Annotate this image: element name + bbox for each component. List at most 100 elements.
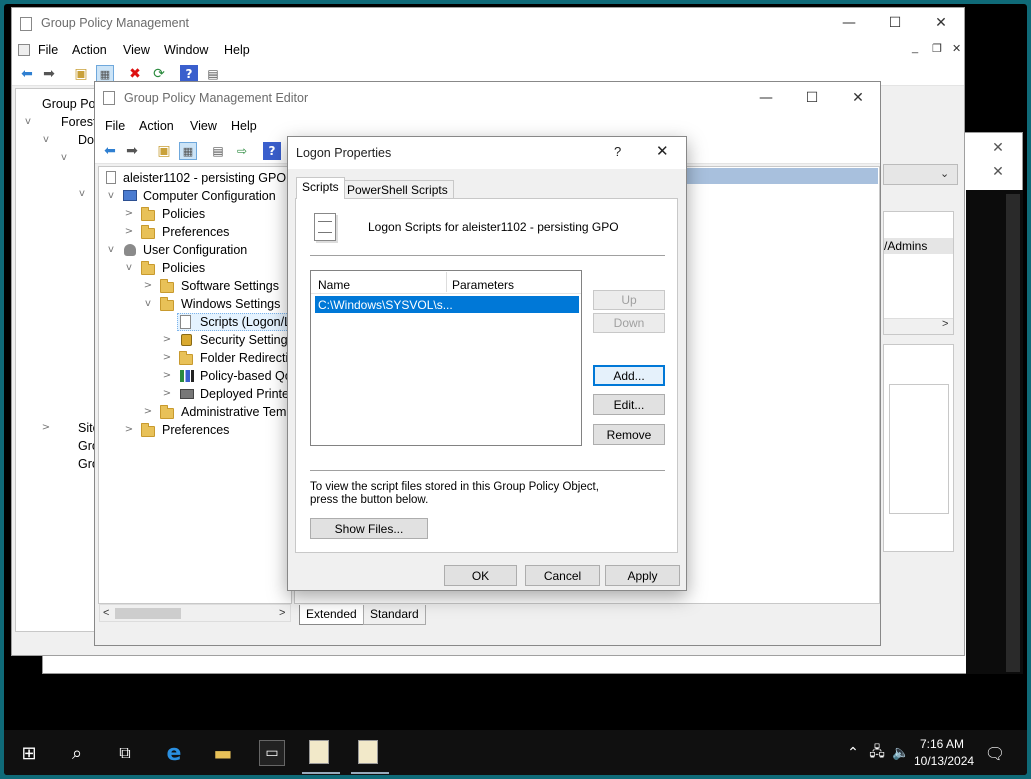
chevron-down-icon[interactable]: v: [105, 241, 117, 259]
chevron-up-icon[interactable]: ⌃: [840, 740, 866, 766]
maximize-icon[interactable]: ☐: [872, 9, 918, 37]
file-explorer-icon[interactable]: ▬: [210, 740, 236, 766]
menu-action[interactable]: Action: [139, 119, 174, 133]
maximize-icon[interactable]: ☐: [789, 84, 835, 112]
chevron-down-icon[interactable]: v: [76, 185, 88, 203]
export-icon[interactable]: ⇨: [233, 142, 251, 160]
chevron-left-icon[interactable]: <: [103, 607, 109, 619]
add-button[interactable]: Add...: [593, 365, 665, 386]
cmd-icon[interactable]: ▭: [259, 740, 285, 766]
back-icon[interactable]: ⬅: [101, 142, 119, 160]
mdi-minimize-icon[interactable]: _: [912, 42, 918, 54]
tree-cc-policies[interactable]: Policies: [162, 205, 205, 223]
chevron-down-icon[interactable]: v: [58, 149, 70, 167]
chevron-right-icon[interactable]: >: [161, 367, 173, 385]
tree-policy-based-qos[interactable]: Policy-based QoS: [200, 367, 300, 385]
down-button[interactable]: Down: [593, 313, 665, 333]
cancel-button[interactable]: Cancel: [525, 565, 600, 586]
forward-icon[interactable]: ➡: [123, 142, 141, 160]
gpm-taskbar-icon[interactable]: [309, 740, 329, 764]
properties-icon[interactable]: ▤: [209, 142, 227, 160]
chevron-down-icon[interactable]: v: [22, 113, 34, 131]
chevron-right-icon[interactable]: >: [40, 419, 52, 437]
clock-date[interactable]: 10/13/2024: [914, 754, 974, 768]
menu-window[interactable]: Window: [164, 43, 208, 57]
start-icon[interactable]: ⊞: [16, 740, 42, 766]
forward-icon[interactable]: ➡: [40, 65, 58, 83]
chevron-right-icon[interactable]: >: [161, 385, 173, 403]
menu-file[interactable]: File: [38, 43, 58, 57]
chevron-right-icon[interactable]: >: [279, 607, 285, 619]
bg-close-icon[interactable]: ✕: [984, 140, 1012, 162]
show-hide-tree-icon[interactable]: ▦: [179, 142, 197, 160]
chevron-down-icon[interactable]: v: [40, 131, 52, 149]
chevron-right-icon[interactable]: >: [123, 421, 135, 439]
tree-computer-configuration[interactable]: Computer Configuration: [143, 187, 276, 205]
remove-button[interactable]: Remove: [593, 424, 665, 445]
back-icon[interactable]: ⬅: [18, 65, 36, 83]
menu-action[interactable]: Action: [72, 43, 107, 57]
mdi-close-icon[interactable]: ✕: [952, 42, 961, 55]
tree-software-settings[interactable]: Software Settings: [181, 277, 279, 295]
edit-button[interactable]: Edit...: [593, 394, 665, 415]
menu-help[interactable]: Help: [224, 43, 250, 57]
tab-extended[interactable]: Extended: [299, 605, 364, 625]
bg-scrollbar[interactable]: [1006, 194, 1020, 672]
tree-folder-redirection[interactable]: Folder Redirectio: [200, 349, 295, 367]
chevron-down-icon[interactable]: v: [123, 259, 135, 277]
minimize-icon[interactable]: —: [743, 84, 789, 112]
up-folder-icon[interactable]: ▣: [155, 142, 173, 160]
tree-security-settings[interactable]: Security Settings: [200, 331, 294, 349]
show-files-button[interactable]: Show Files...: [310, 518, 428, 539]
close-icon[interactable]: ✕: [918, 9, 964, 37]
chevron-down-icon[interactable]: v: [105, 187, 117, 205]
menu-file[interactable]: File: [105, 119, 125, 133]
chevron-right-icon[interactable]: >: [161, 349, 173, 367]
chevron-right-icon[interactable]: >: [942, 318, 948, 330]
minimize-icon[interactable]: —: [826, 9, 872, 37]
tree-gpo-root[interactable]: aleister1102 - persisting GPO [TI: [123, 169, 304, 187]
tab-scripts[interactable]: Scripts: [296, 177, 345, 199]
apply-button[interactable]: Apply: [605, 565, 680, 586]
tree-cc-preferences[interactable]: Preferences: [162, 223, 229, 241]
help-icon[interactable]: ?: [263, 142, 281, 160]
chevron-down-icon[interactable]: ⌄: [940, 167, 949, 180]
bg-close-icon-2[interactable]: ✕: [984, 164, 1012, 186]
task-view-icon[interactable]: ⧉: [112, 740, 138, 766]
col-parameters[interactable]: Parameters: [452, 278, 514, 292]
chevron-right-icon[interactable]: >: [123, 223, 135, 241]
tab-powershell-scripts[interactable]: PowerShell Scripts: [341, 180, 454, 200]
chevron-right-icon[interactable]: >: [142, 277, 154, 295]
mdi-restore-icon[interactable]: ❐: [932, 42, 942, 55]
ok-button[interactable]: OK: [444, 565, 517, 586]
help-icon[interactable]: ?: [614, 144, 621, 159]
tree-uc-preferences[interactable]: Preferences: [162, 421, 229, 439]
chevron-right-icon[interactable]: >: [161, 331, 173, 349]
volume-muted-icon[interactable]: 🔈: [888, 740, 914, 766]
tree-scripts-logon-logoff[interactable]: Scripts (Logon/Lo: [200, 313, 298, 331]
tree-root[interactable]: Group Poli: [42, 95, 101, 113]
up-button[interactable]: Up: [593, 290, 665, 310]
tree-uc-policies[interactable]: Policies: [162, 259, 205, 277]
search-icon[interactable]: ⌕: [64, 740, 90, 766]
col-name[interactable]: Name: [318, 278, 350, 292]
tree-windows-settings[interactable]: Windows Settings: [181, 295, 280, 313]
internet-explorer-icon[interactable]: e: [161, 740, 187, 766]
menu-help[interactable]: Help: [231, 119, 257, 133]
tree-administrative-templates[interactable]: Administrative Temp: [181, 403, 293, 421]
chevron-right-icon[interactable]: >: [123, 205, 135, 223]
tree-deployed-printers[interactable]: Deployed Printers: [200, 385, 299, 403]
menu-view[interactable]: View: [123, 43, 150, 57]
chevron-right-icon[interactable]: >: [142, 403, 154, 421]
close-icon[interactable]: ✕: [835, 84, 881, 112]
tree-user-configuration[interactable]: User Configuration: [143, 241, 247, 259]
close-icon[interactable]: ✕: [656, 142, 669, 160]
network-icon[interactable]: 🖧: [864, 740, 890, 766]
notifications-icon[interactable]: 🗨: [982, 740, 1008, 766]
menu-view[interactable]: View: [190, 119, 217, 133]
gpme-taskbar-icon[interactable]: [358, 740, 378, 764]
tab-standard[interactable]: Standard: [363, 605, 426, 625]
clock-time[interactable]: 7:16 AM: [920, 737, 964, 751]
scroll-thumb[interactable]: [115, 608, 181, 619]
up-folder-icon[interactable]: ▣: [72, 65, 90, 83]
